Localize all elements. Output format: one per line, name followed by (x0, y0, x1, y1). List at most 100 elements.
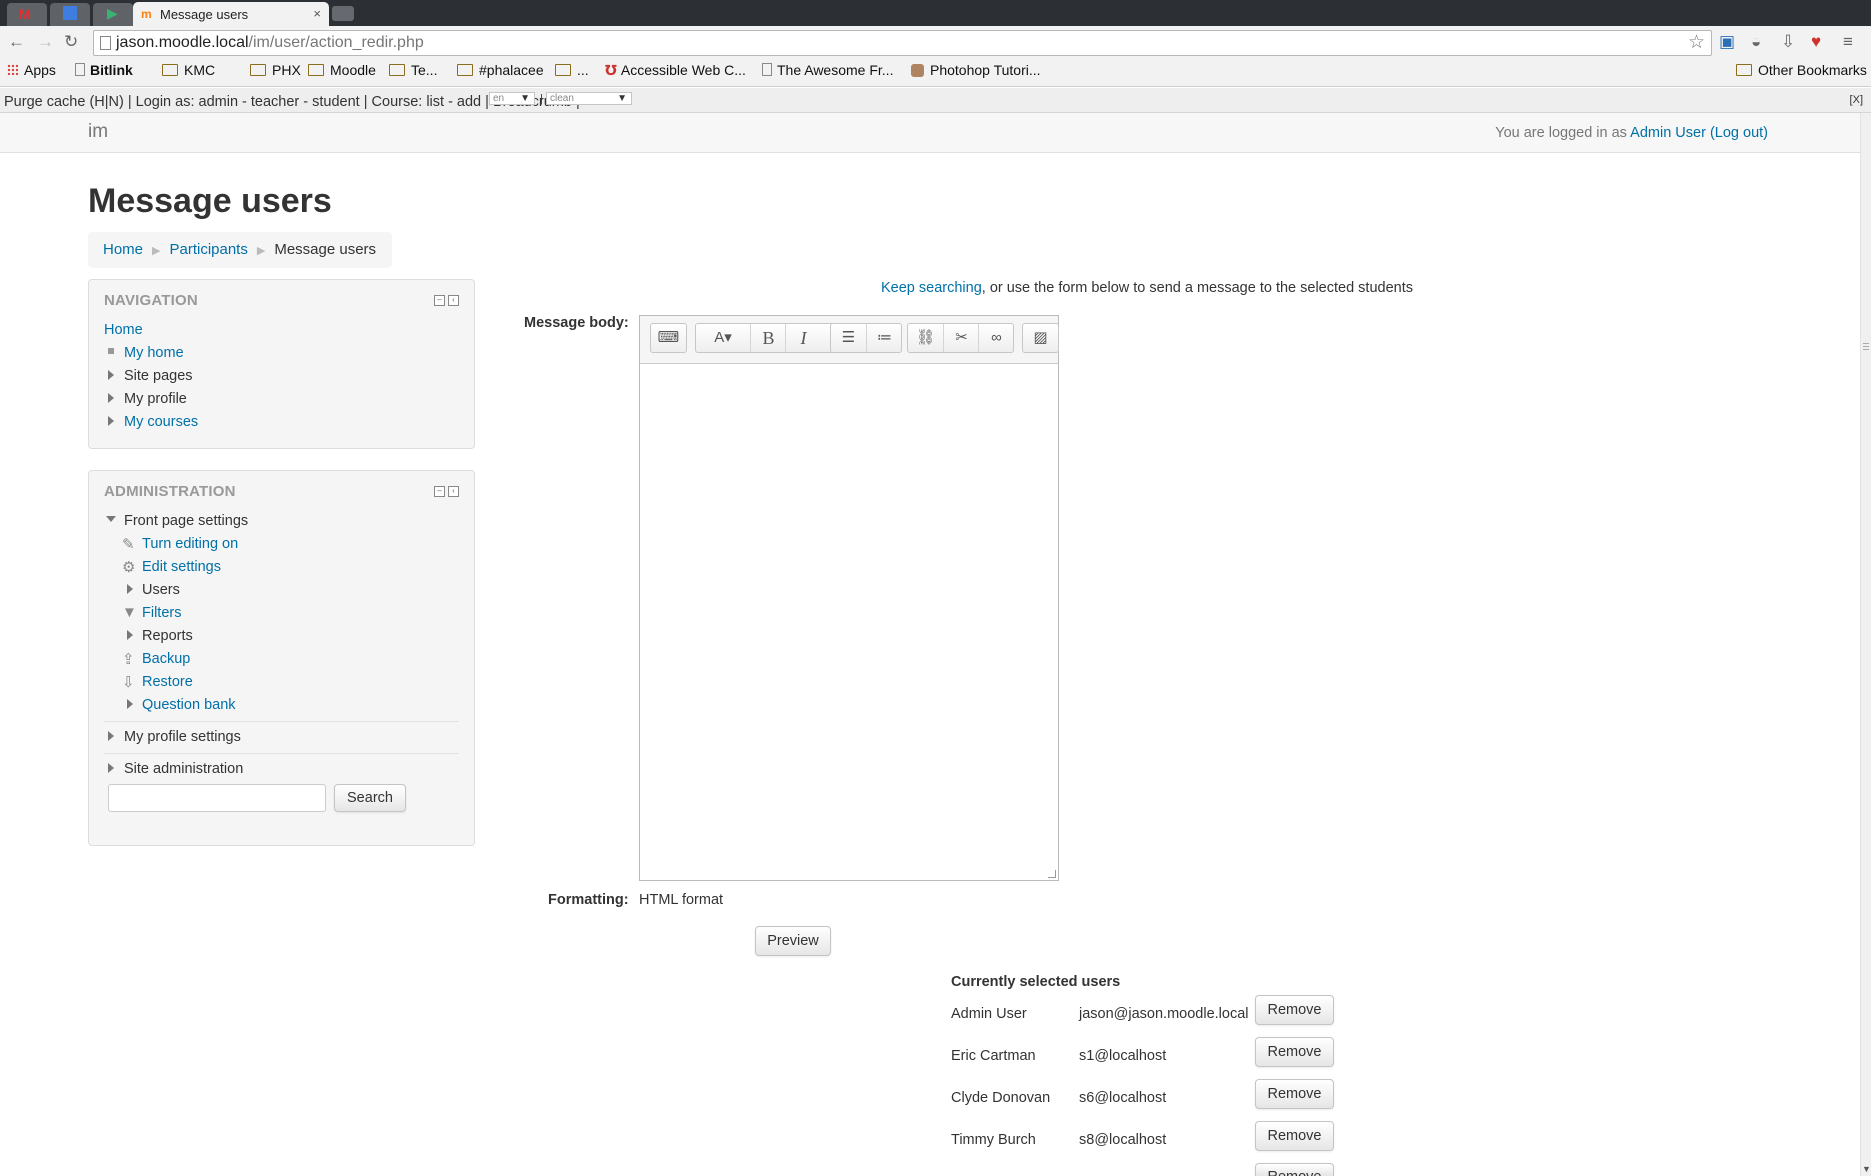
site-name[interactable]: im (88, 121, 108, 143)
message-body-textarea[interactable] (640, 364, 1058, 880)
preview-button[interactable]: Preview (755, 926, 831, 956)
breadcrumb-home[interactable]: Home (103, 241, 143, 258)
admin-edit-settings[interactable]: Edit settings (142, 559, 221, 575)
moodle-media-icon[interactable]: ∞ (978, 324, 1014, 352)
bookmark-moodle[interactable]: Moodle (308, 62, 376, 78)
admin-reports[interactable]: Reports (142, 628, 193, 644)
keyboard-toggle-icon[interactable]: ⌨ (651, 324, 686, 352)
other-bookmarks[interactable]: Other Bookmarks (1736, 62, 1867, 78)
menu-icon[interactable]: ≡ (1843, 32, 1853, 52)
tab-close-icon[interactable]: × (313, 6, 321, 21)
bookmark-phx[interactable]: PHX (250, 62, 301, 78)
remove-button[interactable]: Remove (1255, 995, 1334, 1025)
extension-screen-icon[interactable]: ▣ (1719, 32, 1735, 52)
theme-select[interactable]: clean ▼ (546, 92, 632, 105)
folder-icon (555, 64, 571, 76)
dock-icon[interactable]: ‹ (448, 486, 459, 497)
user-name: Clyde Donovan (951, 1090, 1051, 1106)
nav-my-home[interactable]: My home (124, 345, 184, 361)
bookmark-awesome[interactable]: The Awesome Fr... (762, 62, 893, 78)
bookmark-apps[interactable]: Apps (7, 62, 56, 78)
expand-arrow-icon[interactable] (108, 370, 114, 380)
expand-arrow-icon[interactable] (108, 416, 114, 426)
expand-arrow-icon[interactable] (127, 630, 133, 640)
user-name: Admin User (951, 1006, 1027, 1022)
pocket-icon[interactable]: ◒ (1751, 32, 1761, 52)
admin-backup[interactable]: Backup (142, 651, 190, 667)
reload-icon[interactable]: ↻ (64, 32, 78, 52)
forward-icon[interactable]: → (37, 32, 54, 52)
bookmark-te[interactable]: Te... (389, 62, 437, 78)
bookmark-folder-ellipsis[interactable]: ... (555, 62, 589, 78)
expand-arrow-icon[interactable] (108, 731, 114, 741)
nav-my-courses[interactable]: My courses (124, 414, 198, 430)
admin-site-administration[interactable]: Site administration (124, 761, 243, 777)
remove-button[interactable]: Remove (1255, 1163, 1334, 1176)
user-name: Timmy Burch (951, 1132, 1036, 1148)
admin-filters[interactable]: Filters (142, 605, 181, 621)
scroll-down-arrow-icon[interactable]: ▼ (1862, 1164, 1871, 1174)
image-icon[interactable]: ▨ (1023, 324, 1058, 352)
new-tab-button[interactable] (332, 6, 354, 21)
page-scrollbar[interactable]: ▼ (1860, 113, 1871, 1176)
block-title: ADMINISTRATION (104, 483, 236, 500)
pencil-icon: ✎ (122, 536, 135, 553)
unordered-list-icon[interactable]: ☰ (831, 324, 866, 352)
bookmark-star-icon[interactable]: ☆ (1688, 31, 1705, 54)
expand-arrow-icon[interactable] (127, 584, 133, 594)
nav-my-profile[interactable]: My profile (124, 391, 187, 407)
bold-icon[interactable]: B (750, 324, 786, 352)
italic-icon[interactable]: I (785, 324, 821, 352)
bookmark-bitlink[interactable]: Bitlink (75, 62, 133, 78)
collapse-arrow-icon[interactable] (106, 516, 116, 522)
admin-search-button[interactable]: Search (334, 784, 406, 812)
calendar-tab[interactable] (50, 3, 90, 26)
admin-restore[interactable]: Restore (142, 674, 193, 690)
nav-site-pages[interactable]: Site pages (124, 368, 193, 384)
language-select[interactable]: en ▼ (489, 92, 535, 105)
admin-my-profile-settings[interactable]: My profile settings (124, 729, 241, 745)
expand-arrow-icon[interactable] (108, 393, 114, 403)
paragraph-style-icon[interactable]: A▾ (696, 324, 750, 352)
minimize-icon[interactable]: – (434, 486, 445, 497)
expand-arrow-icon[interactable] (127, 699, 133, 709)
back-icon[interactable]: ← (8, 32, 25, 52)
editor-toolbar: ⌨ A▾ B I ☰ ≔ ⛓ ✂ ∞ ▨ (640, 316, 1059, 364)
bookmark-photoshop[interactable]: Photohop Tutori... (911, 62, 1041, 78)
tab-title: Message users (160, 7, 249, 22)
logout-link[interactable]: (Log out) (1710, 125, 1768, 141)
dock-icon[interactable]: ‹ (448, 295, 459, 306)
admin-front-page-settings[interactable]: Front page settings (124, 513, 248, 529)
devbar-close[interactable]: [X] (1850, 94, 1863, 106)
bookmark-phalacee[interactable]: #phalacee (457, 62, 544, 78)
admin-search-input[interactable] (108, 784, 326, 812)
admin-users[interactable]: Users (142, 582, 180, 598)
formatting-label: Formatting: (548, 892, 629, 908)
divider (104, 753, 459, 754)
remove-button[interactable]: Remove (1255, 1079, 1334, 1109)
admin-turn-editing-on[interactable]: Turn editing on (142, 536, 238, 552)
admin-question-bank[interactable]: Question bank (142, 697, 236, 713)
user-profile-link[interactable]: Admin User (1630, 125, 1706, 141)
play-store-tab[interactable]: ▶ (93, 3, 133, 26)
address-bar[interactable]: jason.moodle.local/im/user/action_redir.… (93, 30, 1712, 56)
lastpass-heart-icon[interactable]: ♥ (1811, 32, 1821, 52)
download-icon[interactable]: ⇩ (1781, 32, 1795, 52)
bookmark-kmc[interactable]: KMC (162, 62, 215, 78)
scrollbar-grip-icon[interactable] (1863, 343, 1869, 355)
link-icon[interactable]: ⛓ (908, 324, 943, 352)
remove-button[interactable]: Remove (1255, 1121, 1334, 1151)
ordered-list-icon[interactable]: ≔ (866, 324, 902, 352)
play-icon: ▶ (107, 5, 118, 21)
breadcrumb-participants[interactable]: Participants (169, 241, 247, 258)
bookmark-accessible-web[interactable]: ℧ Accessible Web C... (605, 62, 746, 79)
nav-home[interactable]: Home (104, 322, 143, 338)
keep-searching-link[interactable]: Keep searching (881, 280, 982, 296)
active-tab[interactable]: m Message users × (133, 2, 329, 26)
remove-button[interactable]: Remove (1255, 1037, 1334, 1067)
expand-arrow-icon[interactable] (108, 763, 114, 773)
resize-grip-icon[interactable] (1048, 870, 1056, 878)
unlink-icon[interactable]: ✂ (943, 324, 979, 352)
gmail-tab[interactable]: M (7, 3, 47, 26)
minimize-icon[interactable]: – (434, 295, 445, 306)
